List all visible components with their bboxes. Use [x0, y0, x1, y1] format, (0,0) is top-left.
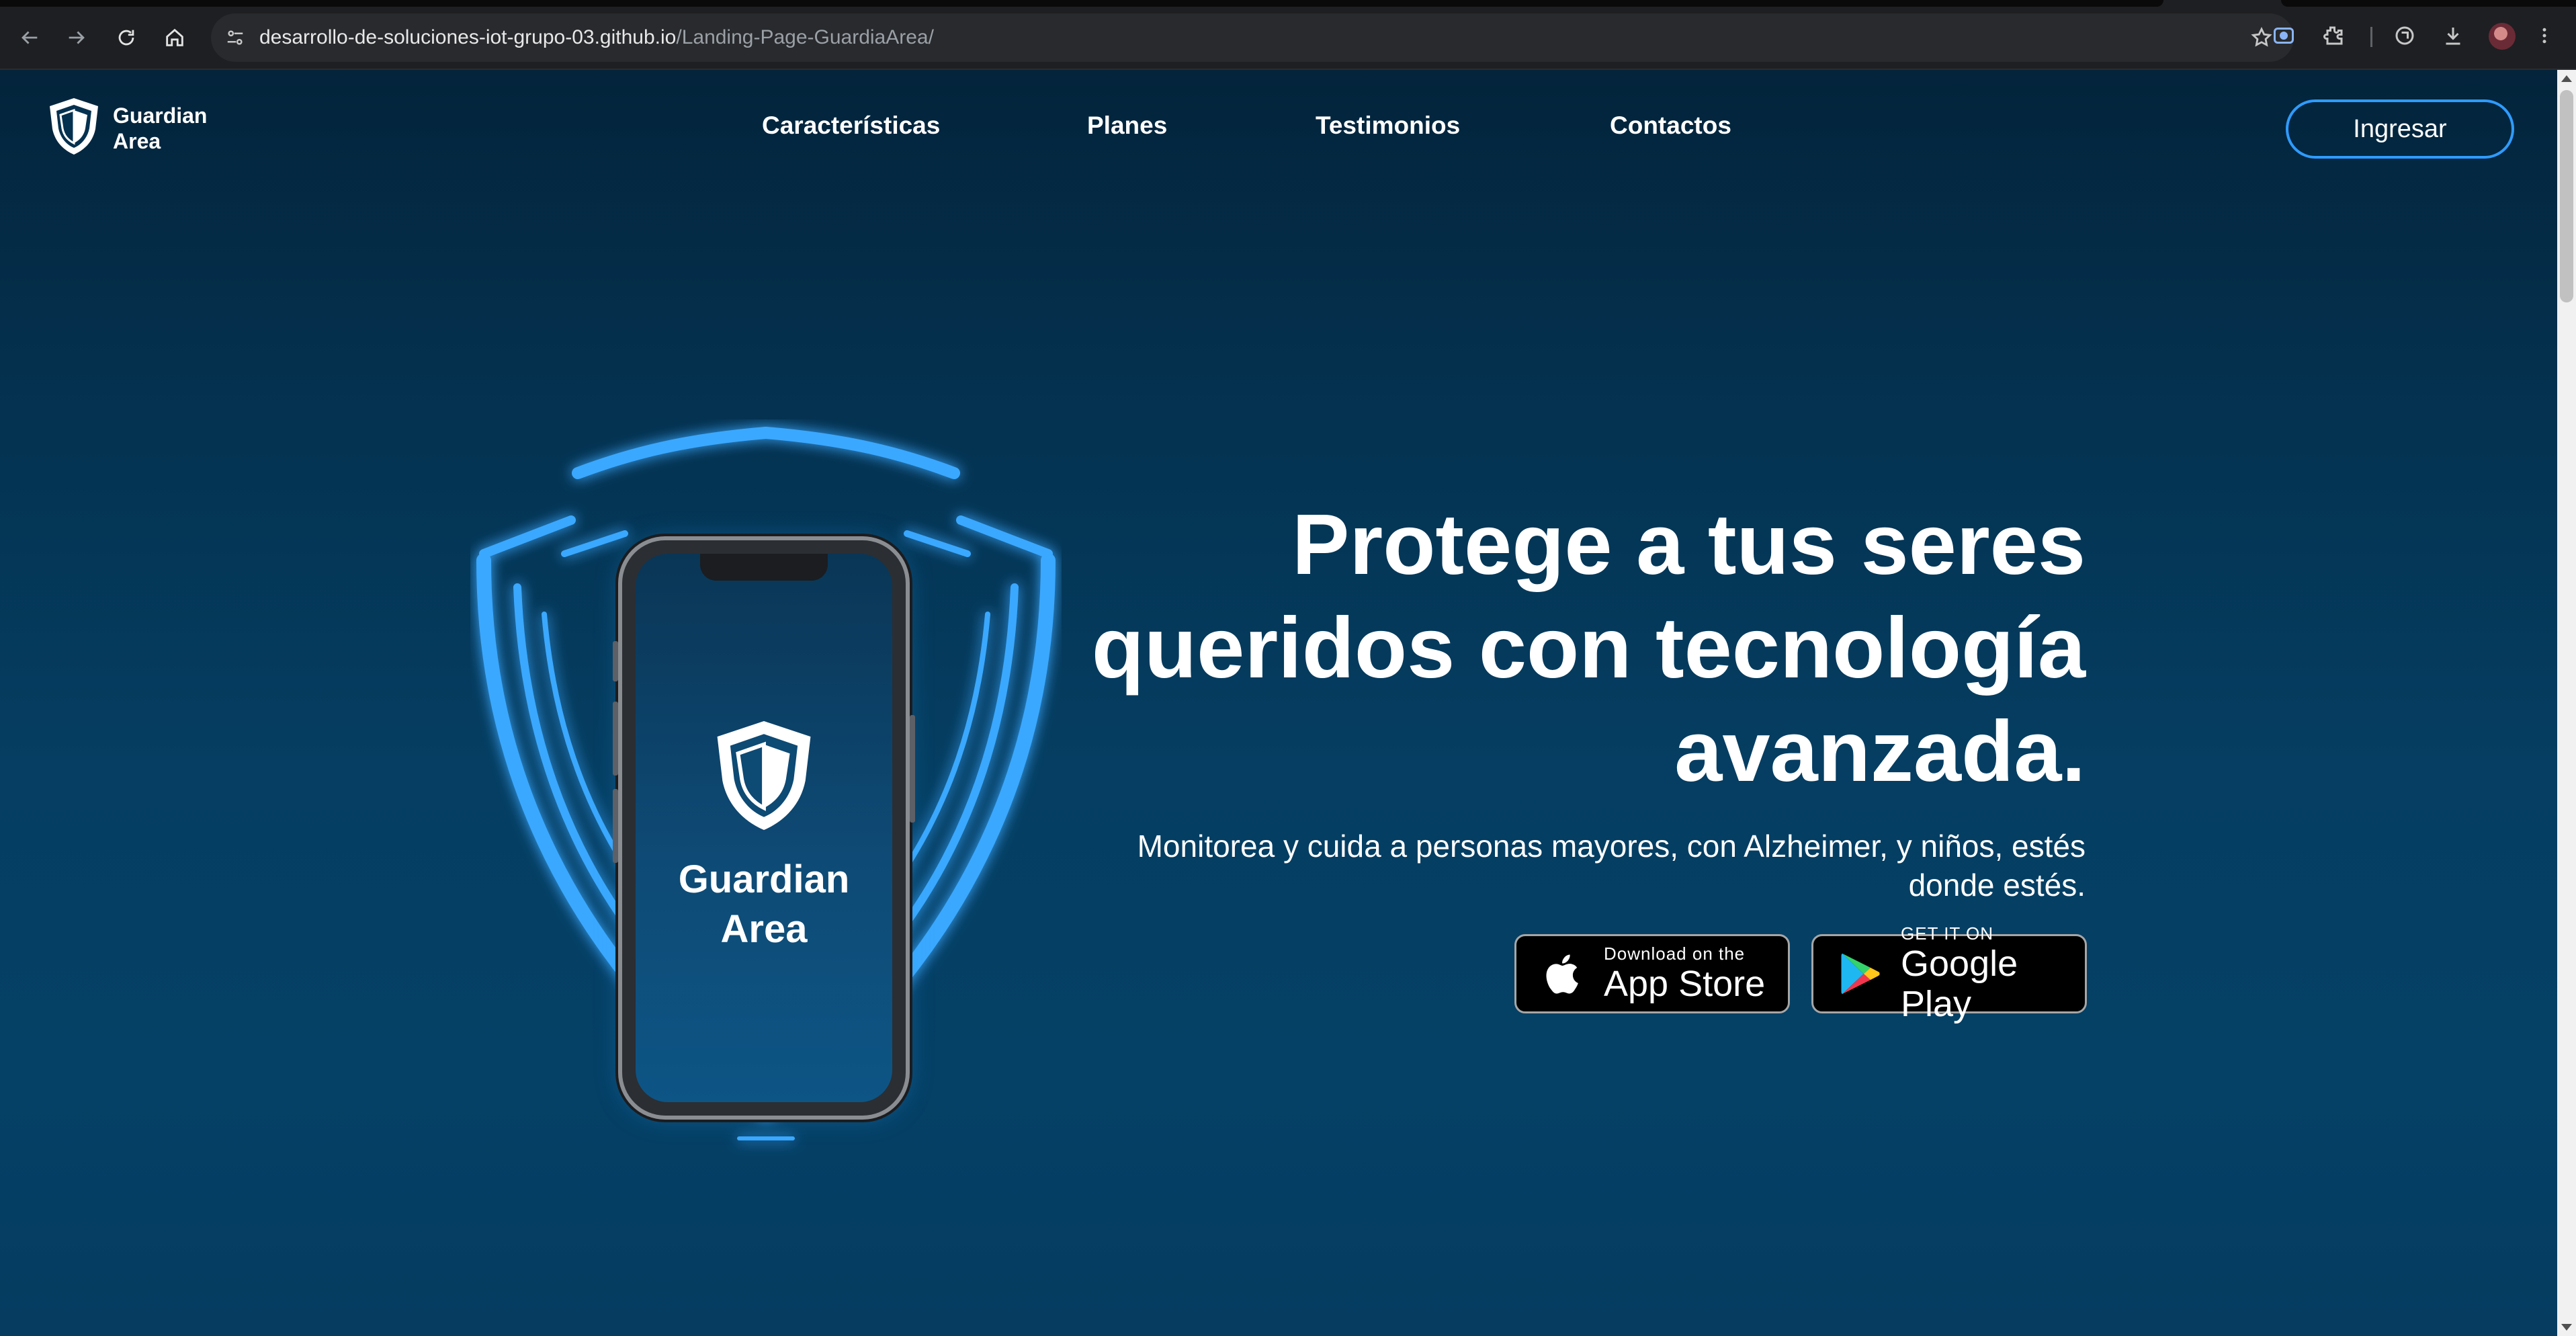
sync-icon[interactable] — [2389, 20, 2420, 51]
scroll-up-icon[interactable] — [2561, 75, 2572, 82]
tab-strip-right — [2281, 0, 2576, 7]
nav-link-testimonios[interactable]: Testimonios — [1316, 112, 1460, 140]
site-info-icon[interactable] — [223, 26, 247, 50]
phone-brand-text: Guardian Area — [636, 855, 892, 954]
toolbar-separator — [2370, 27, 2372, 47]
phone-mockup: Guardian Area — [613, 540, 915, 1116]
forward-icon[interactable] — [58, 19, 95, 56]
extensions-icon[interactable] — [2318, 20, 2349, 51]
tab-strip — [0, 0, 2163, 7]
apple-icon — [1538, 948, 1589, 999]
google-play-icon — [1835, 948, 1886, 999]
app-store-small-text: Download on the — [1604, 944, 1746, 964]
hero-title-line-2: queridos con tecnología — [1091, 600, 2086, 696]
reload-icon[interactable] — [108, 19, 145, 56]
phone-brand-line-2: Area — [720, 907, 808, 951]
hero-subtitle: Monitorea y cuida a personas mayores, co… — [1075, 827, 2086, 905]
url-text[interactable]: desarrollo-de-soluciones-iot-grupo-03.gi… — [259, 27, 934, 48]
page-viewport: Guardian Area Características Planes Tes… — [0, 70, 2557, 1336]
google-play-text: GET IT ON Google Play — [1901, 923, 2085, 1024]
nav-link-caracteristicas[interactable]: Características — [762, 112, 940, 140]
home-icon[interactable] — [156, 19, 194, 56]
phone-brand-line-1: Guardian — [678, 858, 850, 901]
back-icon[interactable] — [11, 19, 48, 56]
nav-link-planes[interactable]: Planes — [1087, 112, 1167, 140]
google-play-big-text: Google Play — [1901, 944, 2018, 1024]
logo-text: Guardian Area — [113, 103, 247, 154]
more-menu-icon[interactable] — [2534, 20, 2554, 51]
hero-title-line-3: avanzada. — [1674, 704, 2086, 800]
logo[interactable]: Guardian Area — [46, 95, 247, 161]
nav-link-contactos[interactable]: Contactos — [1610, 112, 1731, 140]
phone-screen: Guardian Area — [636, 554, 892, 1102]
hero-title-line-1: Protege a tus seres — [1292, 497, 2086, 593]
google-play-small-text: GET IT ON — [1901, 923, 1994, 944]
shield-logo-icon — [46, 95, 102, 161]
phone-notch — [700, 554, 828, 581]
phone-side-button — [613, 789, 618, 863]
address-bar[interactable]: desarrollo-de-soluciones-iot-grupo-03.gi… — [211, 13, 2294, 62]
app-store-big-text: App Store — [1604, 964, 1766, 1004]
phone-side-button — [613, 641, 618, 681]
page-scrollbar[interactable] — [2557, 70, 2576, 1336]
hero-subtitle-line-2: donde estés. — [1908, 868, 2086, 903]
login-button[interactable]: Ingresar — [2286, 99, 2514, 159]
hero-illustration: Guardian Area — [470, 419, 1062, 1172]
hero-subtitle-line-1: Monitorea y cuida a personas mayores, co… — [1137, 829, 2086, 864]
download-icon[interactable] — [2438, 20, 2468, 51]
scroll-down-icon[interactable] — [2561, 1324, 2572, 1331]
phone-side-button — [613, 702, 618, 776]
phone-side-button — [910, 715, 915, 823]
scrollbar-thumb[interactable] — [2560, 90, 2573, 302]
shield-logo-icon — [710, 715, 818, 836]
url-host: desarrollo-de-soluciones-iot-grupo-03.gi… — [259, 26, 677, 48]
google-play-button[interactable]: GET IT ON Google Play — [1811, 923, 2087, 1024]
hero-title: Protege a tus seres queridos con tecnolo… — [1075, 493, 2086, 804]
profile-avatar[interactable] — [2489, 23, 2516, 50]
browser-toolbar: desarrollo-de-soluciones-iot-grupo-03.gi… — [0, 0, 2576, 70]
app-store-text: Download on the App Store — [1604, 944, 1765, 1004]
url-path: /Landing-Page-GuardiaArea/ — [676, 26, 934, 48]
logo-line-2: Area — [113, 128, 161, 153]
logo-line-1: Guardian — [113, 103, 208, 128]
app-store-button[interactable]: Download on the App Store — [1514, 934, 1790, 1013]
site-header: Guardian Area Características Planes Tes… — [0, 70, 2557, 184]
screen-capture-icon[interactable] — [2268, 20, 2299, 51]
